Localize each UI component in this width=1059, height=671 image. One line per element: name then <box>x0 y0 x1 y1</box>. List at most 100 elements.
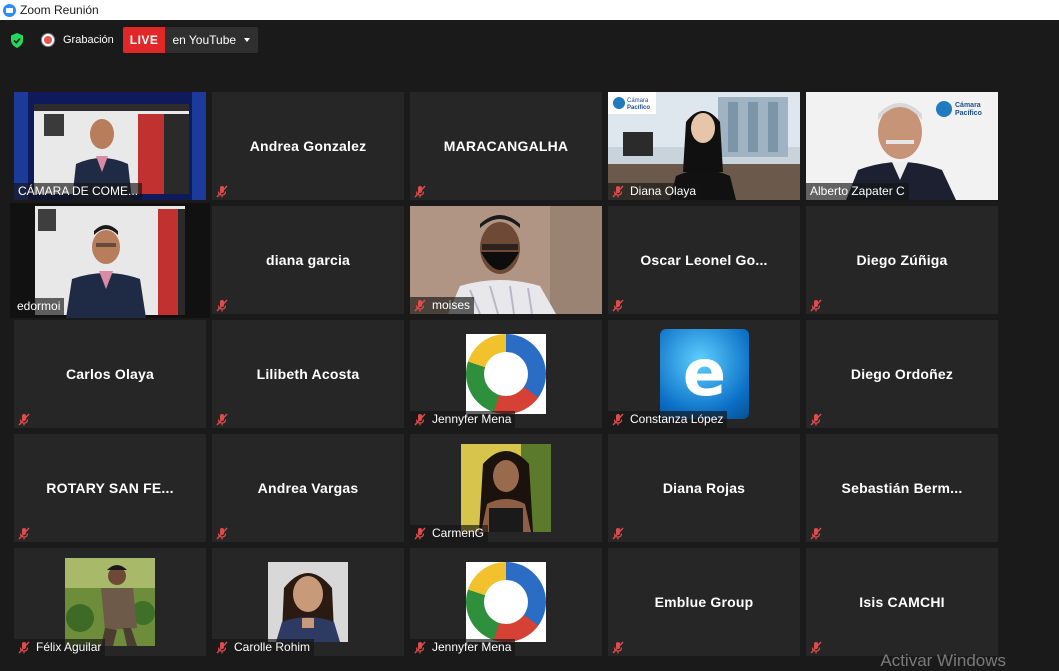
participant-tile[interactable]: ROTARY SAN FE... <box>14 434 206 542</box>
mic-muted-icon <box>414 413 426 426</box>
participant-name: Lilibeth Acosta <box>212 320 404 428</box>
mic-muted-icon <box>216 185 228 198</box>
participant-tile[interactable]: moises <box>410 206 602 314</box>
participant-tile[interactable]: Isis CAMCHI <box>806 548 998 656</box>
mic-muted-icon <box>810 299 822 312</box>
participant-name: Isis CAMCHI <box>806 548 998 656</box>
participant-name: Alberto Zapater C <box>810 183 905 200</box>
profile-picture <box>461 444 551 532</box>
camara-logo-text: Cámara <box>955 102 981 109</box>
e-logo-icon: e <box>660 329 749 419</box>
participant-label: CÁMARA DE COME... <box>14 183 142 200</box>
participant-name: MARACANGALHA <box>410 92 602 200</box>
recording-label: Grabación <box>63 34 114 46</box>
participant-name: ROTARY SAN FE... <box>14 434 206 542</box>
participant-tile[interactable]: Andrea Gonzalez <box>212 92 404 200</box>
participant-name: Diego Ordoñez <box>806 320 998 428</box>
participant-name: Jennyfer Mena <box>432 639 511 656</box>
circle-logo-icon <box>466 562 546 642</box>
participant-tile[interactable]: Diego Ordoñez <box>806 320 998 428</box>
live-stream-button[interactable]: LIVE en YouTube <box>123 27 258 53</box>
profile-picture <box>466 562 546 642</box>
participant-name: Andrea Gonzalez <box>212 92 404 200</box>
profile-picture <box>466 334 546 414</box>
participant-tile[interactable]: Oscar Leonel Go... <box>608 206 800 314</box>
participant-label: Jennyfer Mena <box>410 411 515 428</box>
participant-name: Diana Olaya <box>630 183 696 200</box>
participant-label <box>212 411 238 428</box>
participant-tile[interactable]: CÁMARA DE COME... <box>14 92 206 200</box>
participant-tile[interactable]: Sebastián Berm... <box>806 434 998 542</box>
participant-tile[interactable]: CarmenG <box>410 434 602 542</box>
participant-name: Diana Rojas <box>608 434 800 542</box>
participant-tile[interactable]: diana garcia <box>212 206 404 314</box>
recording-dot-icon <box>42 34 54 46</box>
participant-tile[interactable]: Jennyfer Mena <box>410 320 602 428</box>
chevron-down-icon <box>244 38 250 42</box>
participant-name: moises <box>432 297 470 314</box>
profile-picture <box>65 558 155 646</box>
participant-label: Carolle Rohim <box>212 639 314 656</box>
participant-label: Diana Olaya <box>608 183 700 200</box>
mic-muted-icon <box>216 527 228 540</box>
participant-label <box>608 525 634 542</box>
participant-tile[interactable]: e Constanza López <box>608 320 800 428</box>
participant-name: Sebastián Berm... <box>806 434 998 542</box>
mic-muted-icon <box>414 641 426 654</box>
participant-tile[interactable]: MARACANGALHA <box>410 92 602 200</box>
participant-name: Andrea Vargas <box>212 434 404 542</box>
mic-muted-icon <box>612 641 624 654</box>
participant-label <box>608 639 634 656</box>
mic-muted-icon <box>216 641 228 654</box>
live-badge: LIVE <box>123 27 166 53</box>
mic-muted-icon <box>612 299 624 312</box>
participant-tile-active-speaker[interactable]: edormoi <box>10 203 210 318</box>
participant-name: Jennyfer Mena <box>432 411 511 428</box>
mic-muted-icon <box>18 413 30 426</box>
participant-name: CarmenG <box>432 525 484 542</box>
participant-tile[interactable]: Jennyfer Mena <box>410 548 602 656</box>
participant-tile[interactable]: Félix Aguilar <box>14 548 206 656</box>
participant-tile[interactable]: Diego Zúñiga <box>806 206 998 314</box>
mic-muted-icon <box>810 641 822 654</box>
participant-name: diana garcia <box>212 206 404 314</box>
camara-logo-text: Cámara <box>627 98 649 104</box>
mic-muted-icon <box>216 413 228 426</box>
participant-label: Jennyfer Mena <box>410 639 515 656</box>
participant-tile[interactable]: Emblue Group <box>608 548 800 656</box>
mic-muted-icon <box>612 185 624 198</box>
participant-name: Emblue Group <box>608 548 800 656</box>
title-bar: Zoom Reunión <box>0 0 1059 20</box>
mic-muted-icon <box>414 527 426 540</box>
live-destination[interactable]: en YouTube <box>165 27 258 53</box>
participant-tile[interactable]: Carolle Rohim <box>212 548 404 656</box>
participant-label <box>608 297 634 314</box>
participant-tile[interactable]: Carlos Olaya <box>14 320 206 428</box>
participant-label <box>806 411 832 428</box>
participant-tile[interactable]: Lilibeth Acosta <box>212 320 404 428</box>
participant-label <box>212 183 238 200</box>
participant-tile[interactable]: Cámara Pacífico Alberto Zapater C <box>806 92 998 200</box>
participant-label <box>212 525 238 542</box>
participant-label: Félix Aguilar <box>14 639 105 656</box>
participant-tile[interactable]: Diana Rojas <box>608 434 800 542</box>
participant-label: Alberto Zapater C <box>806 183 909 200</box>
meeting-toolbar: Grabación LIVE en YouTube <box>0 22 1059 58</box>
security-shield-icon[interactable] <box>10 33 24 48</box>
participant-tile[interactable]: Cámara Pacífico Diana Olaya <box>608 92 800 200</box>
mic-muted-icon <box>216 299 228 312</box>
participant-name: Félix Aguilar <box>36 639 101 656</box>
participant-tile[interactable]: Andrea Vargas <box>212 434 404 542</box>
camara-logo-text-2: Pacífico <box>955 110 982 117</box>
os-activation-watermark: Activar Windows <box>880 651 1006 671</box>
participant-label: edormoi <box>13 298 64 315</box>
participant-label <box>806 639 832 656</box>
mic-muted-icon <box>612 413 624 426</box>
participant-name: Carolle Rohim <box>234 639 310 656</box>
participant-label <box>410 183 436 200</box>
profile-picture <box>268 562 348 642</box>
mic-muted-icon <box>414 299 426 312</box>
participant-label <box>212 297 238 314</box>
participant-label: Constanza López <box>608 411 727 428</box>
participant-label <box>806 525 832 542</box>
